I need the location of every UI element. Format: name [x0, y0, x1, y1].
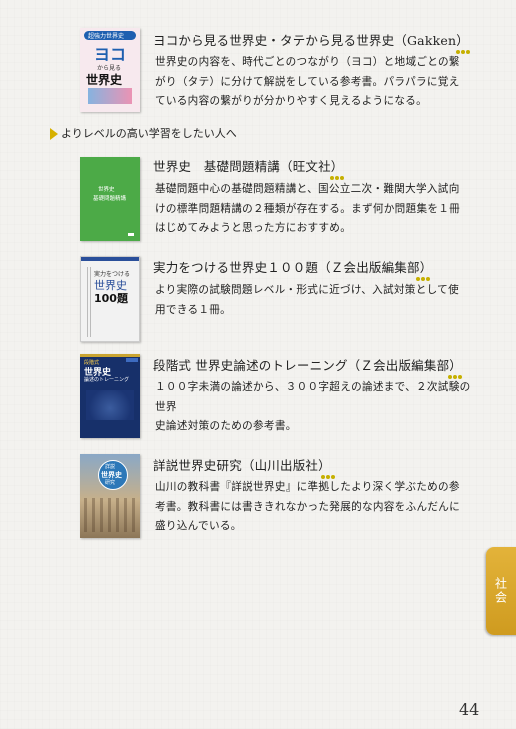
- section-heading: よりレベルの高い学習をしたい人へ: [50, 126, 237, 142]
- page-number: 44: [459, 700, 480, 719]
- book-cover-shosetsu: 詳説 世界史 研究: [80, 454, 140, 538]
- book-title: 詳説世界史研究（山川出版社）: [153, 458, 335, 479]
- book-cover-kiso: 世界史 基礎問題精講: [80, 157, 140, 241]
- book-description: 世界史の内容を、時代ごとのつながり（ヨコ）と地域ごとの繋 がり（タテ）に分けて解…: [155, 56, 460, 107]
- book-description: 山川の教科書『詳説世界史』に準拠したより深く学ぶための参 考書。教科書には書きき…: [155, 481, 461, 532]
- book-title: 世界史 基礎問題精講（旺文社）: [153, 159, 344, 180]
- book-title: 段階式 世界史論述のトレーニング（Ｚ会出版編集部）: [153, 358, 462, 379]
- cover-big-text: ヨコ: [94, 45, 127, 64]
- book-description: より実際の試験問題レベル・形式に近づけ、入試対策として使 用できる１冊。: [155, 284, 459, 316]
- book-title: ヨコから見る世界史・タテから見る世界史（Gakken）: [153, 33, 470, 54]
- cover-main-text: 世界史: [86, 73, 123, 87]
- cover-band-text: 超強力世界史: [88, 33, 125, 40]
- subject-tab-label: 社会: [493, 577, 508, 605]
- book-description: １００字未満の論述から、３００字超えの論述まで、２次試験の世界 史論述対策のため…: [155, 381, 471, 432]
- triangle-bullet-icon: [50, 128, 58, 140]
- book-title: 実力をつける世界史１００題（Ｚ会出版編集部）: [153, 260, 432, 281]
- book-cover-yoko: 超強力世界史 ヨコ から見る 世界史: [80, 28, 140, 112]
- book-description: 基礎問題中心の基礎問題精講と、国公立二次・難関大学入試向 けの標準問題精講の２種…: [155, 183, 461, 234]
- subject-tab[interactable]: 社会: [486, 547, 516, 635]
- book-cover-ronjutsu: 段階式 世界史 論述のトレーニング: [80, 354, 140, 438]
- book-cover-100dai: 実力をつける 世界史 100題: [80, 256, 140, 342]
